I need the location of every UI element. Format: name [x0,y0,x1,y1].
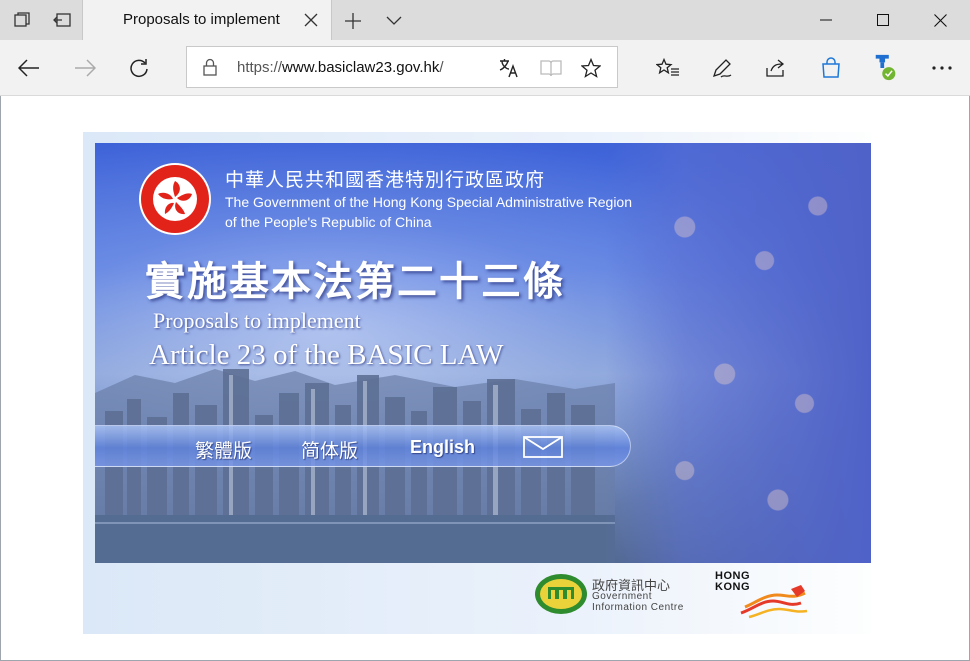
url-host: www.basiclaw23.gov.hk [282,59,440,76]
lang-link-english[interactable]: English [410,437,475,458]
citizens-photo-collage [605,143,871,563]
browser-toolbar: https://www.basiclaw23.gov.hk/ [0,40,970,96]
lang-link-traditional-chinese[interactable]: 繁體版 [195,436,252,463]
close-window-icon[interactable] [911,0,969,40]
language-bar: 繁體版 简体版 English [95,425,631,467]
more-options-icon[interactable] [928,54,956,82]
gic-name-line1: Government [592,591,653,602]
minimize-icon[interactable] [797,0,855,40]
government-information-centre-logo[interactable] [534,573,588,615]
translate-icon[interactable] [497,57,521,79]
close-tab-icon[interactable] [301,10,321,30]
brand-hong-kong-dragon-logo[interactable] [735,583,811,619]
page-title-english-line2: Article 23 of the BASIC LAW [149,339,504,371]
page-title-chinese: 實施基本法第二十三條 [145,258,565,305]
page-title-english-line1: Proposals to implement [153,308,361,333]
tab-preview-chevron-icon[interactable] [382,8,406,34]
title-bar: Proposals to implement [0,0,970,40]
banner: 中華人民共和國香港特別行政區政府 The Government of the H… [95,143,871,563]
url-text[interactable]: https://www.basiclaw23.gov.hk/ [237,59,444,76]
active-tab[interactable]: Proposals to implement [82,0,332,40]
pen-notes-icon[interactable] [708,54,736,82]
government-name-english: The Government of the Hong Kong Special … [225,192,632,232]
share-icon[interactable] [762,54,790,82]
gic-name-line2: Information Centre [592,602,684,613]
maximize-icon[interactable] [854,0,912,40]
government-name-line2: of the People's Republic of China [225,214,432,230]
hksar-emblem-logo [139,163,211,235]
tab-actions-icon[interactable] [10,8,34,32]
gic-name-english: Government Information Centre [592,591,684,613]
government-name-chinese: 中華人民共和國香港特別行政區政府 [225,170,546,191]
government-name-line1: The Government of the Hong Kong Special … [225,194,633,210]
shopping-bag-icon[interactable] [817,54,845,82]
url-path: / [439,59,444,76]
extension-icon[interactable] [872,54,900,82]
back-icon[interactable] [14,54,44,82]
refresh-icon[interactable] [124,54,154,82]
lock-icon[interactable] [203,58,219,76]
lang-link-simplified-chinese[interactable]: 简体版 [301,436,358,463]
tab-title: Proposals to implement [123,11,280,28]
new-tab-icon[interactable] [340,8,366,34]
set-aside-tabs-icon[interactable] [50,8,74,32]
url-scheme: https:// [237,59,283,76]
email-envelope-icon[interactable] [523,436,563,458]
address-bar[interactable]: https://www.basiclaw23.gov.hk/ [186,46,618,88]
favorite-star-icon[interactable] [579,57,603,79]
favorites-list-icon[interactable] [654,54,682,82]
forward-icon[interactable] [70,54,100,82]
reading-view-icon[interactable] [539,57,563,79]
